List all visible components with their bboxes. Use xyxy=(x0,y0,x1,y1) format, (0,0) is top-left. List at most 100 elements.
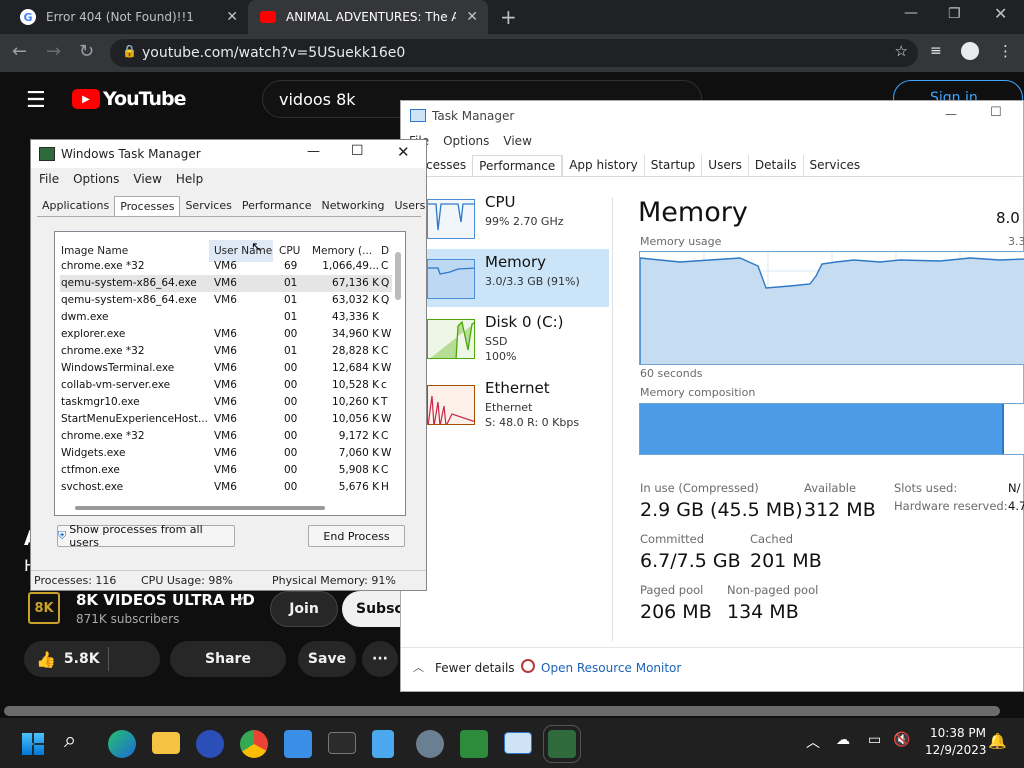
close-icon[interactable]: ✕ xyxy=(397,143,410,161)
menu-file[interactable]: File xyxy=(39,172,59,186)
table-row[interactable]: collab-vm-server.exe VM6 00 10,528 Kc xyxy=(60,377,392,394)
table-row[interactable]: WindowsTerminal.exe VM6 00 12,684 KW xyxy=(60,360,392,377)
chevron-up-icon[interactable]: ︿ xyxy=(806,732,820,752)
vertical-scrollbar[interactable] xyxy=(395,252,401,300)
horizontal-scrollbar[interactable] xyxy=(4,706,1000,716)
minimize-icon[interactable]: — xyxy=(904,5,918,21)
tab-networking[interactable]: Networking xyxy=(317,196,390,216)
address-bar[interactable]: 🔒 youtube.com/watch?v=5USuekk16e0 ☆ xyxy=(110,39,918,67)
table-row[interactable]: qemu-system-x86_64.exe VM6 01 63,032 KQ xyxy=(60,292,392,309)
resource-disk[interactable]: Disk 0 (C:) SSD 100% xyxy=(401,309,609,367)
task-manager-taskbar-icon[interactable] xyxy=(504,732,532,754)
cpu-mini-graph xyxy=(427,199,475,239)
media-control-icon[interactable]: ≡ xyxy=(930,43,942,59)
channel-name[interactable]: 8K VIDEOS ULTRA HD xyxy=(76,591,255,609)
menu-view[interactable]: View xyxy=(133,172,161,186)
minimize-icon[interactable]: — xyxy=(307,144,320,159)
notification-bell-icon[interactable]: 🔔 xyxy=(988,732,1007,750)
profile-icon[interactable] xyxy=(961,42,979,60)
tab-performance[interactable]: Performance xyxy=(472,155,563,176)
volume-muted-icon[interactable]: 🔇 xyxy=(893,732,910,748)
start-icon[interactable] xyxy=(22,733,44,755)
notepad-icon[interactable] xyxy=(372,730,394,758)
title-bar[interactable]: Windows Task Manager — ☐ ✕ xyxy=(31,140,426,168)
tab-processes[interactable]: Processes xyxy=(114,196,181,216)
tab-applications[interactable]: Applications xyxy=(37,196,114,216)
like-button[interactable]: 👍 5.8K xyxy=(24,641,160,677)
reload-icon[interactable]: ↻ xyxy=(79,41,94,62)
clock-time[interactable]: 10:38 PM xyxy=(930,726,986,740)
network-icon[interactable]: ☁ xyxy=(836,732,850,748)
browser-tab-1[interactable]: G Error 404 (Not Found)!!1 ✕ xyxy=(8,0,248,34)
resource-memory[interactable]: Memory 3.0/3.3 GB (91%) xyxy=(401,249,609,307)
chrome-icon[interactable] xyxy=(240,730,268,758)
more-actions-button[interactable]: ··· xyxy=(362,641,398,677)
table-row[interactable]: Widgets.exe VM6 00 7,060 KW xyxy=(60,445,392,462)
edge-beta-icon[interactable] xyxy=(108,730,136,758)
back-icon[interactable]: ← xyxy=(12,41,27,62)
close-tab-icon[interactable]: ✕ xyxy=(466,9,478,25)
show-all-processes-button[interactable]: ⛨ Show processes from all users xyxy=(57,523,235,549)
open-resource-monitor-link[interactable]: Open Resource Monitor xyxy=(541,661,681,675)
clock-date[interactable]: 12/9/2023 xyxy=(925,743,987,757)
table-row[interactable]: StartMenuExperienceHost.... VM6 00 10,056 K… xyxy=(60,411,392,428)
restore-icon[interactable]: ❐ xyxy=(948,6,961,22)
youtube-logo[interactable]: ▶ YouTube xyxy=(72,88,186,110)
join-button[interactable]: Join xyxy=(270,591,338,627)
lock-icon: 🔒 xyxy=(122,44,137,58)
settings-icon[interactable] xyxy=(416,730,444,758)
chevron-up-icon[interactable]: ︿ xyxy=(413,659,424,675)
table-row[interactable]: chrome.exe *32 VM6 69 1,066,49... C xyxy=(60,258,392,275)
file-explorer-icon[interactable] xyxy=(152,732,180,754)
windows-task-manager-taskbar-icon[interactable] xyxy=(543,725,581,763)
horizontal-scrollbar[interactable] xyxy=(75,506,325,510)
tab-startup[interactable]: Startup xyxy=(643,155,702,176)
menu-options[interactable]: Options xyxy=(73,172,119,186)
fewer-details-link[interactable]: Fewer details xyxy=(435,661,515,675)
hamburger-menu-icon[interactable]: ☰ xyxy=(26,88,46,113)
minimize-icon[interactable]: — xyxy=(945,107,957,121)
tab-users[interactable]: Users xyxy=(390,196,431,216)
terminal-icon[interactable] xyxy=(328,732,356,754)
tab-app-history[interactable]: App history xyxy=(562,155,644,176)
app-icon[interactable] xyxy=(460,730,488,758)
process-list[interactable]: Image Name User Name CPU Memory (... D ↖… xyxy=(54,231,406,516)
table-row[interactable]: chrome.exe *32 VM6 00 9,172 KC xyxy=(60,428,392,445)
table-row[interactable]: explorer.exe VM6 00 34,960 KW xyxy=(60,326,392,343)
tab-services[interactable]: Services xyxy=(180,196,236,216)
close-tab-icon[interactable]: ✕ xyxy=(226,9,238,25)
channel-avatar[interactable]: 8K xyxy=(28,592,60,624)
tab-performance[interactable]: Performance xyxy=(237,196,317,216)
share-label: Share xyxy=(205,651,251,667)
table-row[interactable]: chrome.exe *32 VM6 01 28,828 KC xyxy=(60,343,392,360)
close-window-icon[interactable]: ✕ xyxy=(994,4,1007,23)
photos-icon[interactable] xyxy=(284,730,312,758)
menu-view[interactable]: View xyxy=(503,134,531,148)
search-icon[interactable]: ⌕ xyxy=(64,728,76,753)
tab-services[interactable]: Services xyxy=(802,155,867,176)
share-button[interactable]: Share xyxy=(170,641,286,677)
tab-users[interactable]: Users xyxy=(701,155,748,176)
table-row[interactable]: ctfmon.exe VM6 00 5,908 KC xyxy=(60,462,392,479)
subscribe-button[interactable]: Subscr xyxy=(342,591,410,627)
resource-ethernet[interactable]: Ethernet Ethernet S: 48.0 R: 0 Kbps xyxy=(401,375,609,433)
save-button[interactable]: Save xyxy=(298,641,356,677)
table-row[interactable]: taskmgr10.exe VM6 00 10,260 KT xyxy=(60,394,392,411)
table-row[interactable]: qemu-system-x86_64.exe VM6 01 67,136 KQ xyxy=(60,275,392,292)
menu-options[interactable]: Options xyxy=(443,134,489,148)
new-tab-icon[interactable]: + xyxy=(500,5,517,29)
table-row[interactable]: dwm.exe 01 43,336 K xyxy=(60,309,392,326)
tab-details[interactable]: Details xyxy=(747,155,803,176)
resource-cpu[interactable]: CPU 99% 2.70 GHz xyxy=(401,189,609,247)
maximize-icon[interactable]: ☐ xyxy=(990,105,1002,120)
maximize-icon[interactable]: ☐ xyxy=(351,143,364,159)
forward-icon[interactable]: → xyxy=(46,41,61,62)
menu-help[interactable]: Help xyxy=(176,172,203,186)
bookmark-star-icon[interactable]: ☆ xyxy=(895,42,908,60)
browser-tab-2[interactable]: ANIMAL ADVENTURES: The Ama ✕ xyxy=(248,0,488,34)
chrome-menu-icon[interactable]: ⋮ xyxy=(998,42,1013,60)
end-process-button[interactable]: End Process xyxy=(308,525,405,547)
firefox-icon[interactable] xyxy=(196,730,224,758)
table-row[interactable]: svchost.exe VM6 00 5,676 KH xyxy=(60,479,392,496)
display-icon[interactable]: ▭ xyxy=(868,732,881,748)
